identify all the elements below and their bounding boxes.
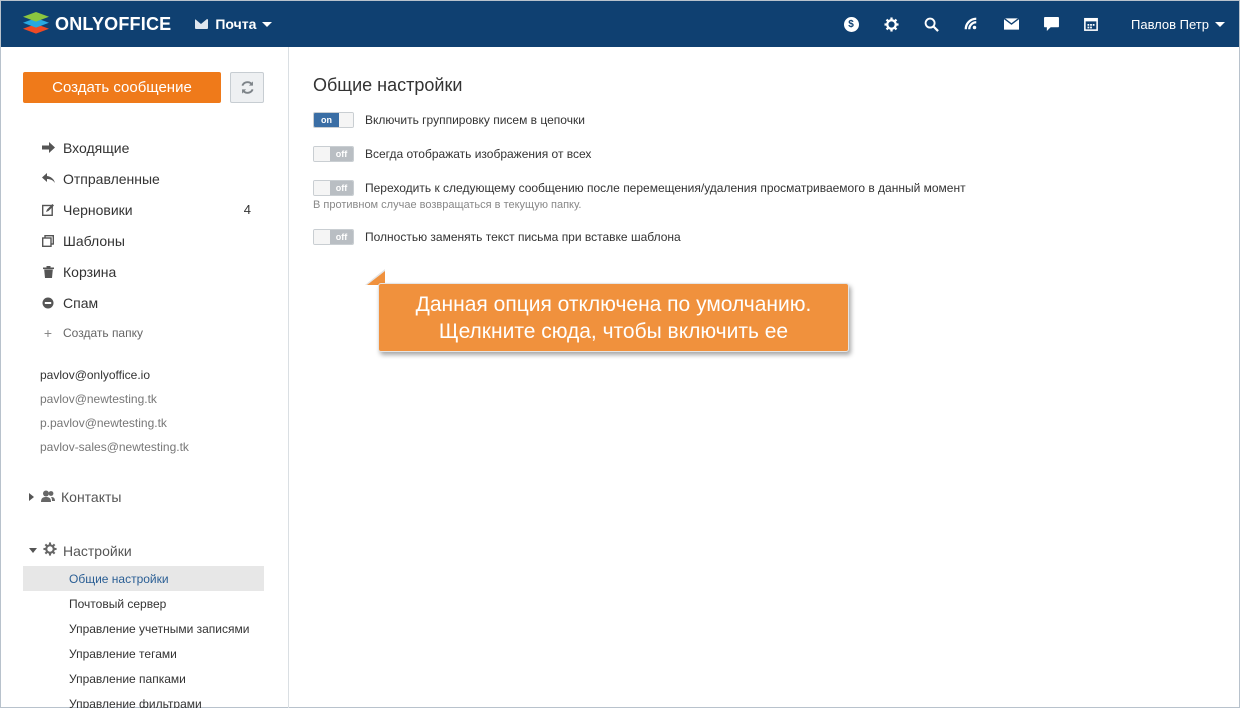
settings-item-accounts[interactable]: Управление учетными записями [23, 616, 264, 641]
search-icon[interactable] [911, 1, 951, 47]
folder-label: Входящие [63, 139, 130, 156]
replace-template-toggle[interactable]: off [313, 229, 354, 245]
threading-toggle[interactable]: on [313, 112, 354, 128]
page-title: Общие настройки [313, 75, 463, 95]
top-navigation-bar: ONLYOFFICE Почта $ Павлов Петр [1, 1, 1239, 47]
folder-templates[interactable]: Шаблоны [41, 225, 257, 256]
folder-drafts[interactable]: Черновики 4 [41, 194, 257, 225]
folder-label: Спам [63, 294, 99, 311]
templates-icon [41, 234, 55, 248]
folder-label: Шаблоны [63, 232, 125, 249]
refresh-icon [240, 81, 254, 94]
mail-icon[interactable] [991, 1, 1031, 47]
trash-icon [41, 265, 55, 279]
toggle-knob [314, 230, 330, 244]
folder-inbox[interactable]: Входящие [41, 132, 257, 163]
toggle-knob [314, 181, 330, 195]
option-go-next: off Переходить к следующему сообщению по… [313, 180, 966, 196]
folder-trash[interactable]: Корзина [41, 256, 257, 287]
chevron-down-icon [29, 548, 37, 553]
option-label: Всегда отображать изображения от всех [365, 147, 592, 161]
gear-icon [43, 542, 57, 559]
toggle-state-label: off [330, 230, 353, 244]
option-hint: В противном случае возвращаться в текущу… [313, 199, 582, 211]
toggle-state-label: off [330, 147, 353, 161]
settings-item-folders[interactable]: Управление папками [23, 666, 264, 691]
sent-icon [41, 172, 55, 186]
spam-icon [41, 296, 55, 310]
create-folder-label: Создать папку [63, 326, 143, 340]
toggle-knob [314, 147, 330, 161]
option-replace-template: off Полностью заменять текст письма при … [313, 229, 681, 245]
module-switcher[interactable]: Почта [195, 16, 273, 32]
folder-label: Черновики [63, 201, 133, 218]
callout-line-1: Данная опция отключена по умолчанию. [415, 293, 812, 316]
top-icon-bar: $ [831, 1, 1111, 47]
toggle-state-label: on [314, 113, 339, 127]
user-menu[interactable]: Павлов Петр [1131, 1, 1225, 47]
option-label: Полностью заменять текст письма при вста… [365, 230, 681, 244]
toggle-state-label: off [330, 181, 353, 195]
calendar-icon[interactable] [1071, 1, 1111, 47]
option-threading: on Включить группировку писем в цепочки [313, 112, 585, 128]
folder-spam[interactable]: Спам [41, 287, 257, 318]
contacts-section[interactable]: Контакты [29, 489, 121, 505]
account-item[interactable]: pavlov@newtesting.tk [40, 387, 189, 411]
settings-item-mail-server[interactable]: Почтовый сервер [23, 591, 264, 616]
contacts-label: Контакты [61, 489, 122, 505]
option-show-images: off Всегда отображать изображения от все… [313, 146, 591, 162]
folder-list: Входящие Отправленные Черновики 4 Шаблон… [41, 132, 257, 348]
account-item[interactable]: p.pavlov@newtesting.tk [40, 411, 189, 435]
go-next-toggle[interactable]: off [313, 180, 354, 196]
option-label: Включить группировку писем в цепочки [365, 113, 585, 127]
sidebar: Создать сообщение Входящие Отправленные … [1, 47, 289, 708]
refresh-button[interactable] [230, 72, 264, 103]
folder-count: 4 [243, 202, 251, 217]
folder-label: Отправленные [63, 170, 160, 187]
callout-line-2: Щелкните сюда, чтобы включить ее [438, 320, 789, 343]
folder-label: Корзина [63, 263, 117, 280]
chevron-right-icon [29, 493, 34, 501]
mail-envelope-icon [195, 19, 209, 29]
chevron-down-icon [1215, 21, 1225, 27]
settings-section[interactable]: Настройки [29, 542, 132, 559]
user-name: Павлов Петр [1131, 16, 1209, 32]
inbox-arrow-icon [41, 141, 55, 155]
settings-item-general[interactable]: Общие настройки [23, 566, 264, 591]
create-folder-link[interactable]: + Создать папку [41, 318, 257, 348]
folder-sent[interactable]: Отправленные [41, 163, 257, 194]
feed-icon[interactable] [951, 1, 991, 47]
money-icon[interactable]: $ [831, 1, 871, 47]
settings-label: Настройки [63, 542, 132, 559]
logo-text: ONLYOFFICE [55, 13, 172, 34]
settings-item-tags[interactable]: Управление тегами [23, 641, 264, 666]
plus-icon: + [43, 325, 53, 341]
toggle-knob [339, 113, 353, 127]
tooltip-callout: Данная опция отключена по умолчанию. Щел… [378, 283, 849, 352]
account-item[interactable]: pavlov-sales@newtesting.tk [40, 435, 189, 459]
module-label: Почта [215, 16, 257, 32]
option-label: Переходить к следующему сообщению после … [365, 181, 966, 195]
drafts-icon [41, 203, 55, 217]
account-item[interactable]: pavlov@onlyoffice.io [40, 363, 189, 387]
onlyoffice-logo-icon [23, 12, 49, 36]
gear-icon[interactable] [871, 1, 911, 47]
contacts-icon [41, 490, 55, 505]
compose-button[interactable]: Создать сообщение [23, 72, 221, 103]
settings-list: Общие настройки Почтовый сервер Управлен… [23, 566, 264, 708]
account-list: pavlov@onlyoffice.io pavlov@newtesting.t… [40, 363, 189, 459]
chat-icon[interactable] [1031, 1, 1071, 47]
show-images-toggle[interactable]: off [313, 146, 354, 162]
logo[interactable]: ONLYOFFICE [23, 12, 171, 36]
chevron-down-icon [262, 21, 273, 27]
settings-item-filters[interactable]: Управление фильтрами [23, 691, 264, 708]
